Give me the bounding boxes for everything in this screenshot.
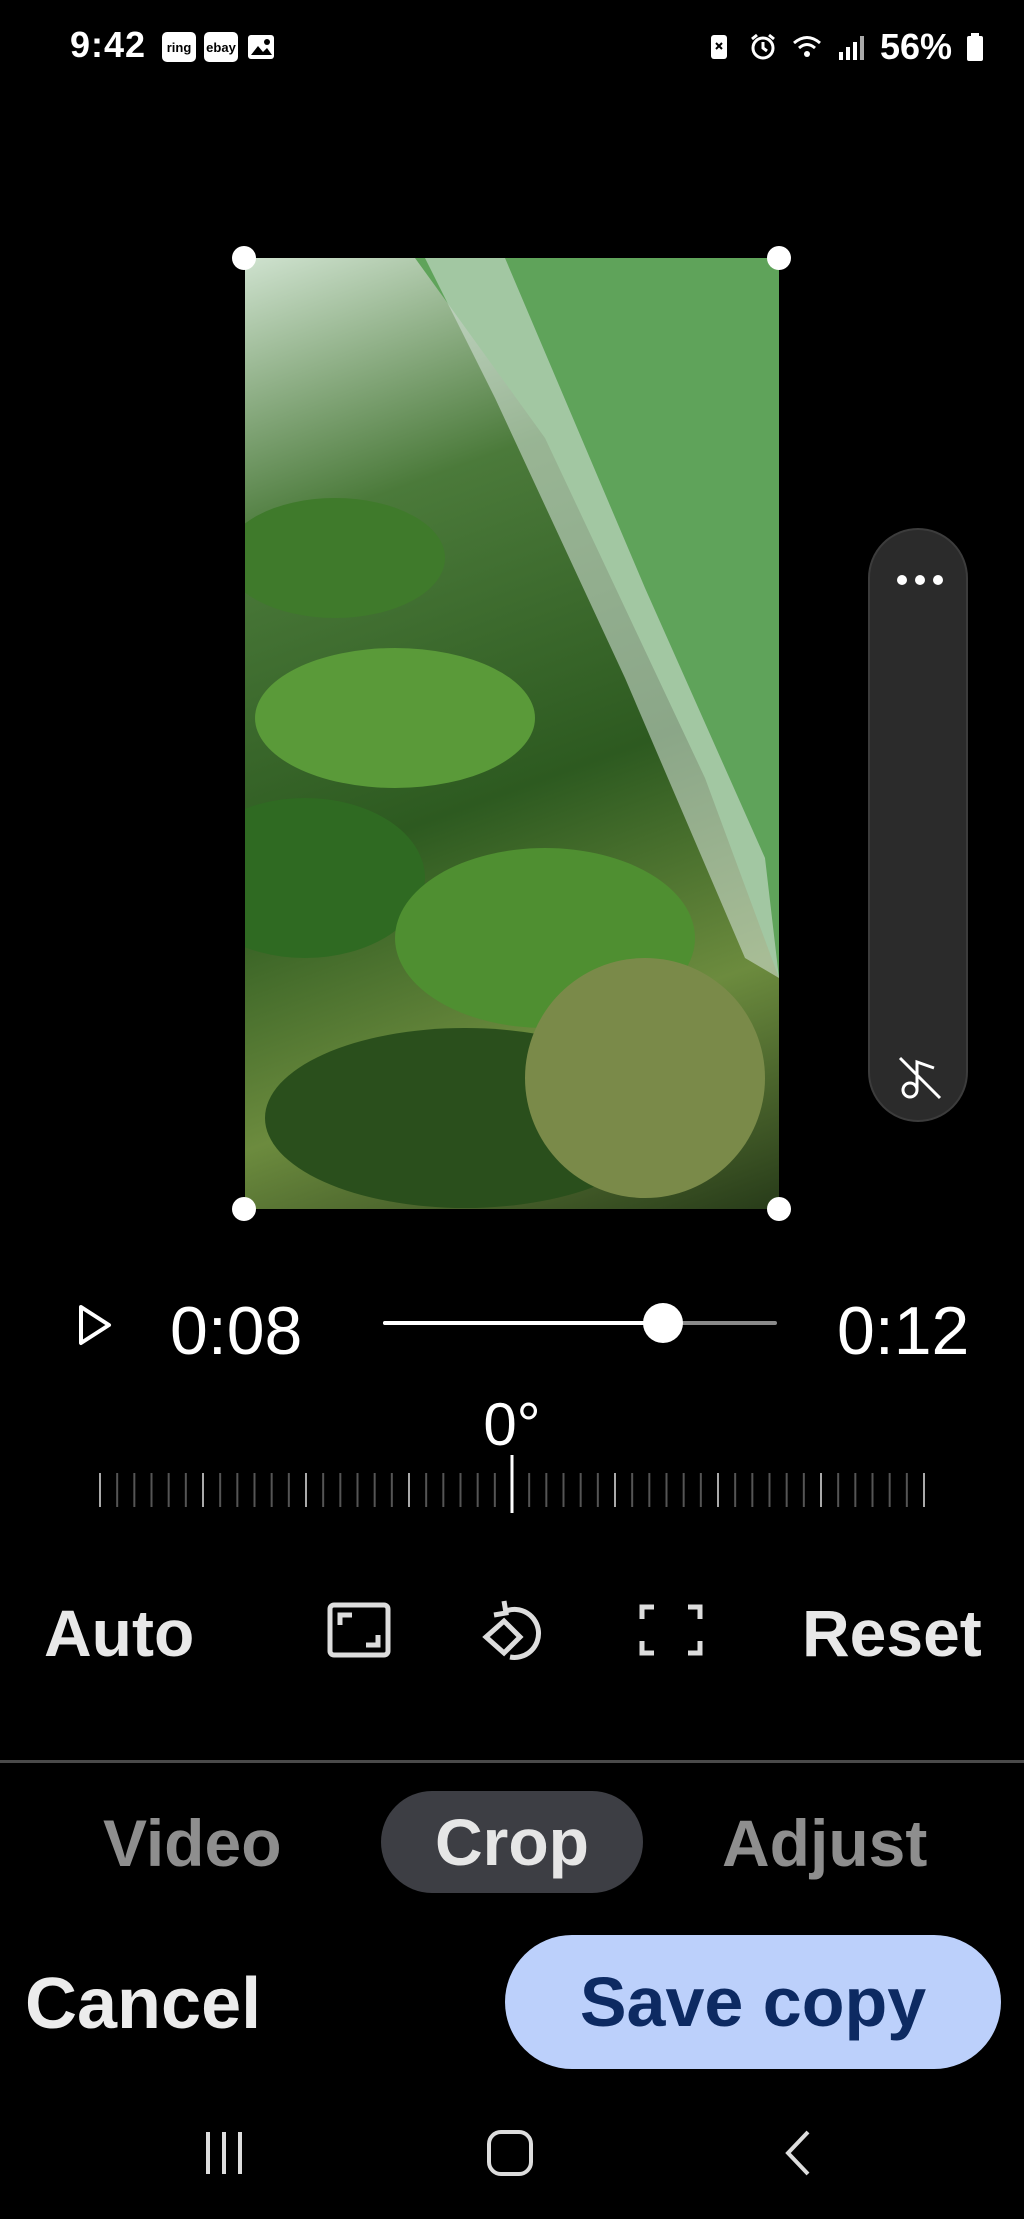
progress-knob[interactable] xyxy=(642,1303,683,1343)
home-icon[interactable] xyxy=(485,2128,535,2178)
free-crop-icon[interactable] xyxy=(638,1601,704,1659)
reset-button[interactable]: Reset xyxy=(802,1595,982,1671)
total-time: 0:12 xyxy=(837,1293,970,1369)
signal-icon xyxy=(838,36,864,60)
rotation-dial[interactable] xyxy=(96,1455,928,1515)
side-panel xyxy=(868,528,968,1122)
battery-icon xyxy=(967,33,983,61)
video-frame-image xyxy=(245,258,779,1208)
auto-button[interactable]: Auto xyxy=(44,1595,194,1671)
save-copy-button[interactable]: Save copy xyxy=(505,1935,1001,2069)
ring-notification-icon: ring xyxy=(162,32,196,62)
wifi-icon xyxy=(792,36,821,57)
video-preview[interactable] xyxy=(245,258,779,1209)
current-time: 0:08 xyxy=(170,1293,303,1369)
rotation-angle: 0° xyxy=(483,1391,541,1458)
status-time: 9:42 xyxy=(70,24,147,65)
tab-adjust[interactable]: Adjust xyxy=(722,1805,927,1881)
crop-handle-bottom-right[interactable] xyxy=(767,1197,791,1221)
mute-icon[interactable] xyxy=(894,1052,946,1104)
tab-video[interactable]: Video xyxy=(103,1805,282,1881)
battery-saver-icon xyxy=(710,35,727,59)
gallery-notification-icon xyxy=(246,32,276,62)
crop-handle-bottom-left[interactable] xyxy=(232,1197,256,1221)
back-icon[interactable] xyxy=(780,2128,816,2178)
crop-handle-top-right[interactable] xyxy=(767,246,791,270)
aspect-ratio-icon[interactable] xyxy=(326,1601,392,1659)
crop-handle-top-left[interactable] xyxy=(232,246,256,270)
divider xyxy=(0,1760,1024,1763)
ebay-notification-icon: ebay xyxy=(204,32,238,62)
more-options-icon[interactable] xyxy=(892,570,948,590)
tab-crop[interactable]: Crop xyxy=(381,1791,643,1893)
recent-apps-icon[interactable] xyxy=(200,2130,250,2176)
rotate-icon[interactable] xyxy=(480,1597,550,1663)
notification-icons: ring ebay xyxy=(162,32,276,62)
battery-percentage: 56% xyxy=(879,26,952,67)
play-icon[interactable] xyxy=(75,1303,115,1347)
status-icons: 56% xyxy=(704,26,984,68)
alarm-icon xyxy=(751,33,775,60)
progress-fill xyxy=(383,1321,663,1325)
cancel-button[interactable]: Cancel xyxy=(25,1963,261,2045)
